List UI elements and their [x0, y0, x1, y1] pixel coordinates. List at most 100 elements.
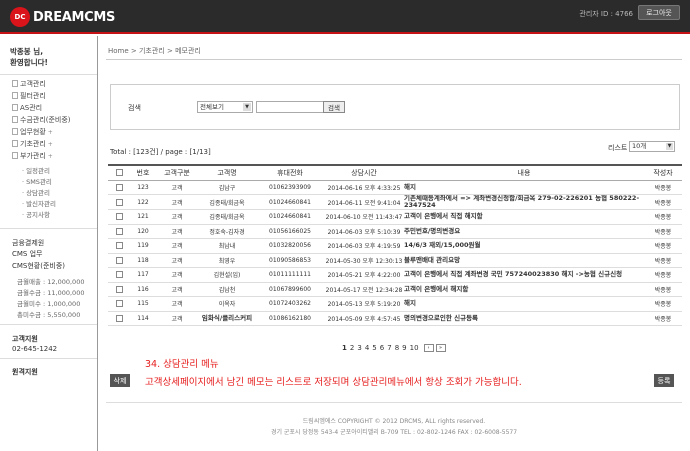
table-row[interactable]: 117 고객 김현설(임) 01011111111 2014-05-21 오후 4:22… [108, 267, 682, 283]
sidebar-menu-item[interactable]: AS관리 [12, 103, 42, 113]
row-select-cell[interactable] [108, 311, 130, 326]
row-checkbox[interactable] [115, 300, 123, 308]
sidebar-menu-item[interactable]: 필터관리 [12, 91, 46, 101]
cell-customer-name[interactable]: 정호숙-김자경 [198, 224, 256, 239]
search-scope-select[interactable]: 전체보기 ▼ [197, 101, 253, 113]
page-link[interactable]: 2 [350, 344, 354, 352]
row-select-cell[interactable] [108, 224, 130, 239]
sidebar-submenu-item[interactable]: 공지사항 [22, 209, 50, 219]
cell-customer-name[interactable]: 이옥자 [198, 296, 256, 312]
page-link[interactable]: 4 [365, 344, 369, 352]
sidebar-submenu-item[interactable]: 발신자관리 [22, 198, 56, 208]
sidebar-menu-label: 수금관리(준비중) [20, 116, 71, 124]
sidebar-menu-item[interactable]: 부가관리 + [12, 151, 53, 161]
cell-customer-type: 고객 [156, 282, 198, 297]
search-input[interactable] [256, 101, 330, 113]
row-checkbox[interactable] [115, 314, 123, 322]
table-row[interactable]: 119 고객 최남내 01032820056 2014-06-03 오후 4:19:59… [108, 238, 682, 254]
expand-plus-icon[interactable]: + [48, 129, 53, 136]
cell-content[interactable]: 해지 [404, 180, 644, 195]
table-row[interactable]: 123 고객 김남구 01062393909 2014-06-16 오후 4:33:25… [108, 180, 682, 195]
cell-customer-name[interactable]: 최영우 [198, 253, 256, 268]
row-checkbox[interactable] [115, 198, 123, 206]
select-all-checkbox[interactable] [115, 169, 123, 177]
logo-mark: DC [10, 7, 30, 27]
document-icon [12, 80, 18, 87]
remote-support-link[interactable]: 원격지원 [12, 367, 38, 377]
cell-content[interactable]: 명의변경으로인한 신규등록 [404, 311, 644, 326]
row-checkbox[interactable] [115, 271, 123, 279]
table-row[interactable]: 122 고객 김종태/회금옥 01024660841 2014-06-11 오전 9:4… [108, 194, 682, 210]
row-select-cell[interactable] [108, 267, 130, 283]
page-link[interactable]: 1 [342, 344, 347, 352]
row-checkbox[interactable] [115, 213, 123, 221]
table-row[interactable]: 114 고객 임화식/클리스커피 01086162180 2014-05-09 오후 4… [108, 311, 682, 326]
table-row[interactable]: 115 고객 이옥자 01072403262 2014-05-13 오후 5:19:20… [108, 296, 682, 312]
page-link[interactable]: 7 [387, 344, 391, 352]
cell-writer: 박종봉 [644, 267, 682, 283]
page-link[interactable]: 10 [410, 344, 419, 352]
page-link[interactable]: 8 [395, 344, 399, 352]
cell-mobile: 01024660841 [256, 194, 324, 210]
expand-plus-icon[interactable]: + [48, 153, 53, 160]
cms-business-link[interactable]: CMS 업무 [12, 249, 42, 259]
sidebar-submenu-item[interactable]: SMS관리 [22, 176, 52, 186]
cms-status-link[interactable]: CMS현황(준비중) [12, 261, 65, 271]
sidebar-menu-item[interactable]: 수금관리(준비중) [12, 115, 71, 125]
sidebar: 박종봉 님, 환영합니다! 고객관리 필터관리 AS관리 수금관리(준비중) 업무현황 +… [0, 36, 98, 451]
row-select-cell[interactable] [108, 253, 130, 268]
cell-content[interactable]: 블루맨배대 관리요망 [404, 253, 644, 268]
sidebar-submenu-item[interactable]: 일정관리 [22, 165, 50, 175]
register-button[interactable]: 등록 [654, 374, 674, 387]
row-checkbox[interactable] [115, 183, 123, 191]
table-row[interactable]: 116 고객 김남천 01067899600 2014-05-17 오전 12:34:2… [108, 282, 682, 297]
sidebar-submenu-item[interactable]: 상담관리 [22, 187, 50, 197]
row-checkbox[interactable] [115, 227, 123, 235]
table-row[interactable]: 121 고객 김종태/회금옥 01024660841 2014-06-10 오전 11:… [108, 209, 682, 225]
list-size-select[interactable]: 10개 ▼ [629, 141, 675, 152]
sidebar-menu-item[interactable]: 고객관리 [12, 79, 46, 89]
row-select-cell[interactable] [108, 296, 130, 312]
logo[interactable]: DC DREAMCMS [10, 6, 115, 28]
table-row[interactable]: 118 고객 최영우 01090586853 2014-05-30 오후 12:30:1… [108, 253, 682, 268]
cell-content[interactable]: 기존체때등계좌에서 => 계좌변경신청함/회금옥 279-02-226201 농… [404, 194, 644, 210]
table-row[interactable]: 120 고객 정호숙-김자경 01056166025 2014-06-03 오후 5:1… [108, 224, 682, 239]
search-button[interactable]: 검색 [323, 101, 345, 113]
row-select-cell[interactable] [108, 194, 130, 210]
cell-customer-name[interactable]: 김현설(임) [198, 267, 256, 283]
row-select-cell[interactable] [108, 180, 130, 195]
cell-content[interactable]: 주민번호/명의변경요 [404, 224, 644, 239]
row-select-cell[interactable] [108, 238, 130, 254]
row-select-cell[interactable] [108, 209, 130, 225]
sidebar-menu-item[interactable]: 기초관리 + [12, 139, 53, 149]
cell-content[interactable]: 고객이 은행에서 해지함 [404, 282, 644, 297]
expand-plus-icon[interactable]: + [48, 141, 53, 148]
cell-customer-name[interactable]: 김남천 [198, 282, 256, 297]
cell-content[interactable]: 고객이 은행에서 직접 해지함 [404, 209, 644, 225]
page-link[interactable]: 9 [402, 344, 406, 352]
cell-content[interactable]: 해지 [404, 296, 644, 312]
row-checkbox[interactable] [115, 242, 123, 250]
page-link[interactable]: 3 [357, 344, 361, 352]
row-select-cell[interactable] [108, 282, 130, 297]
page-link[interactable]: 5 [372, 344, 376, 352]
row-checkbox[interactable] [115, 285, 123, 293]
cell-content[interactable]: 고객이 은행에서 직접 계좌변경 국민 757240023830 해지 ->농협… [404, 267, 644, 283]
cell-customer-name[interactable]: 임화식/클리스커피 [198, 311, 256, 326]
memo-table: 번호 고객구분 고객명 휴대전화 상담시간 내용 작성자 123 고객 김남구 010… [108, 164, 682, 326]
last-page-icon[interactable]: » [435, 344, 446, 352]
cell-customer-name[interactable]: 김남구 [198, 180, 256, 195]
cell-customer-name[interactable]: 최남내 [198, 238, 256, 254]
row-checkbox[interactable] [115, 256, 123, 264]
sidebar-menu-item[interactable]: 업무현황 + [12, 127, 53, 137]
header-select-all[interactable] [108, 164, 130, 181]
delete-button[interactable]: 삭제 [110, 374, 130, 387]
cell-writer: 박종봉 [644, 296, 682, 312]
page-link[interactable]: 6 [380, 344, 384, 352]
cell-writer: 박종봉 [644, 282, 682, 297]
logout-button[interactable]: 로그아웃 [638, 5, 680, 20]
next-page-icon[interactable]: › [423, 344, 434, 352]
cell-customer-name[interactable]: 김종태/회금옥 [198, 209, 256, 225]
cell-content[interactable]: 14/6/3 재외/15,000원월 [404, 238, 644, 254]
cell-customer-name[interactable]: 김종태/회금옥 [198, 194, 256, 210]
